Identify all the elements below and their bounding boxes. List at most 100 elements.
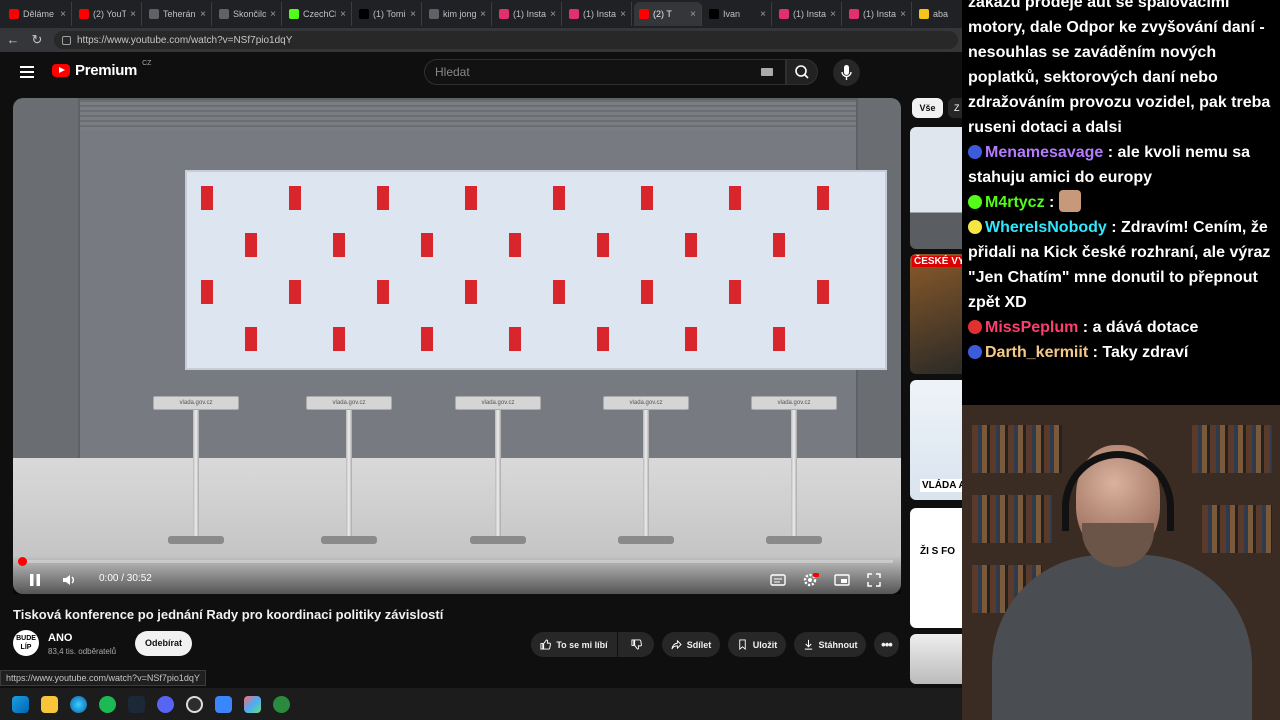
tab-close-icon[interactable]: ×: [620, 9, 626, 20]
search-icon: [795, 65, 809, 79]
tab-close-icon[interactable]: ×: [270, 9, 276, 20]
browser-tab[interactable]: (2) T ×: [634, 2, 702, 26]
app-icon[interactable]: [244, 695, 261, 713]
screen: Děláme z×(2) YouTu×Teherán×Skončilo×Czec…: [0, 0, 1280, 720]
browser-tab[interactable]: Děláme z ×: [4, 2, 72, 26]
pause-button[interactable]: [26, 571, 44, 589]
browser-tab[interactable]: Skončilo ×: [214, 2, 282, 26]
books: [1192, 425, 1272, 473]
chip-all[interactable]: Vše: [912, 98, 943, 118]
browser-tab[interactable]: CzechCl ×: [284, 2, 352, 26]
back-arrow-icon[interactable]: ←: [6, 33, 20, 47]
browser-tab[interactable]: (1) Tomi ×: [354, 2, 422, 26]
government-logo-icon: [245, 327, 257, 351]
volume-button[interactable]: [60, 571, 78, 589]
share-label: Sdílet: [686, 639, 712, 650]
government-logo-icon: [509, 327, 521, 351]
search-button[interactable]: [786, 59, 818, 85]
start-windows-icon[interactable]: [12, 695, 29, 713]
search-input[interactable]: Hledat: [424, 59, 786, 85]
tab-close-icon[interactable]: ×: [760, 9, 766, 20]
voice-search-button[interactable]: [833, 59, 860, 86]
download-button[interactable]: Stáhnout: [794, 632, 866, 657]
government-logo-icon: [289, 186, 301, 210]
lectern-label: vlada.gov.cz: [629, 400, 663, 406]
notepad-icon[interactable]: [215, 695, 232, 713]
browser-tab[interactable]: (2) YouTu ×: [74, 2, 142, 26]
recommended-thumbnail[interactable]: VLÁDA A: [910, 380, 962, 500]
search-placeholder: Hledat: [435, 65, 470, 79]
tab-title: Ivan: [723, 9, 741, 19]
chat-badge-icon: [968, 195, 982, 209]
site-info-icon[interactable]: [62, 35, 71, 45]
subscribe-button[interactable]: Odebírat: [135, 631, 192, 656]
edge-browser-icon[interactable]: [70, 695, 87, 713]
chat-text: : a dává dotace: [1078, 319, 1199, 336]
government-logo-icon: [641, 186, 653, 210]
recommended-thumbnail[interactable]: [910, 634, 962, 684]
tab-close-icon[interactable]: ×: [830, 9, 836, 20]
recommended-thumbnail[interactable]: ŽI S FO: [910, 508, 962, 628]
spotify-icon[interactable]: [99, 695, 116, 713]
more-actions-button[interactable]: •••: [874, 632, 899, 657]
globe-icon[interactable]: [273, 695, 290, 713]
recommended-thumbnail[interactable]: [910, 127, 962, 249]
government-logo-icon: [465, 186, 477, 210]
keyboard-icon[interactable]: [761, 68, 773, 76]
url-field[interactable]: https://www.youtube.com/watch?v=NSf7pio1…: [54, 31, 958, 49]
thumbs-down-icon: [630, 639, 642, 650]
recommended-thumbnail[interactable]: ČESKÉ VY: [910, 254, 962, 374]
government-logo-icon: [421, 233, 433, 257]
settings-button[interactable]: [801, 571, 819, 589]
progress-bar[interactable]: [21, 560, 893, 563]
subtitles-button[interactable]: [769, 571, 787, 589]
reload-icon[interactable]: ↻: [30, 33, 44, 47]
lectern: vlada.gov.cz: [306, 396, 392, 410]
browser-tab[interactable]: (1) Instag×: [844, 2, 912, 26]
file-explorer-icon[interactable]: [41, 695, 58, 713]
video-player[interactable]: vlada.gov.cz vlada.gov.cz vlada.gov.cz vlad…: [13, 98, 901, 594]
thumbs-up-icon: [540, 639, 552, 650]
obs-icon[interactable]: [186, 695, 203, 713]
government-logo-icon: [421, 327, 433, 351]
browser-tab[interactable]: kim jong ×: [424, 2, 492, 26]
dislike-button[interactable]: [618, 632, 654, 657]
browser-tab[interactable]: (1) Instag×: [564, 2, 632, 26]
tab-close-icon[interactable]: ×: [550, 9, 556, 20]
channel-avatar[interactable]: BUDE LÍP: [13, 630, 39, 656]
chat-emote-icon: [1058, 190, 1081, 212]
download-icon: [804, 639, 812, 650]
video-frame-screen: [185, 170, 887, 370]
browser-tab[interactable]: (1) Instag×: [774, 2, 842, 26]
share-button[interactable]: Sdílet: [662, 632, 720, 657]
tab-close-icon[interactable]: ×: [480, 9, 486, 20]
browser-tab[interactable]: aba×: [914, 2, 962, 26]
tab-close-icon[interactable]: ×: [340, 9, 346, 20]
fullscreen-button[interactable]: [865, 571, 883, 589]
tab-title: CzechCl: [303, 9, 337, 19]
tab-close-icon[interactable]: ×: [900, 9, 906, 20]
browser-tab[interactable]: (1) Instag×: [494, 2, 562, 26]
subtitles-icon: [770, 574, 786, 586]
tab-title: aba: [933, 9, 949, 19]
tab-favicon-icon: [569, 9, 579, 19]
chip-next[interactable]: Z: [948, 98, 962, 118]
miniplayer-button[interactable]: [833, 571, 851, 589]
tab-close-icon[interactable]: ×: [60, 9, 66, 20]
tab-close-icon[interactable]: ×: [130, 9, 136, 20]
steam-icon[interactable]: [128, 695, 145, 713]
government-logo-icon: [773, 233, 785, 257]
discord-icon[interactable]: [157, 695, 174, 713]
browser-tab[interactable]: Ivan ×: [704, 2, 772, 26]
channel-name[interactable]: ANO: [48, 632, 72, 644]
government-logo-icon: [333, 327, 345, 351]
save-button[interactable]: Uložit: [728, 632, 786, 657]
tab-close-icon[interactable]: ×: [410, 9, 416, 20]
tab-close-icon[interactable]: ×: [200, 9, 206, 20]
menu-icon[interactable]: [20, 66, 34, 78]
tab-close-icon[interactable]: ×: [690, 9, 696, 20]
browser-tab[interactable]: Teherán ×: [144, 2, 212, 26]
progress-scrubber[interactable]: [18, 557, 27, 566]
youtube-logo[interactable]: Premium CZ: [52, 60, 151, 79]
like-button[interactable]: To se mi líbí: [531, 632, 617, 657]
